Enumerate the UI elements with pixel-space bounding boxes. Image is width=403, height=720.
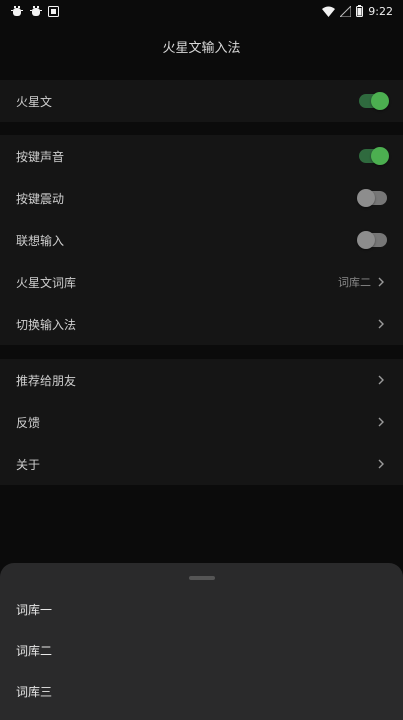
- chevron-right-icon: [378, 375, 384, 385]
- setting-value-group: [375, 318, 387, 330]
- setting-label: 火星文词库: [16, 275, 77, 290]
- setting-label: 反馈: [16, 415, 41, 430]
- battery-icon: [356, 5, 364, 17]
- chevron-right-icon: [378, 277, 384, 287]
- status-left-icons: [10, 5, 59, 17]
- setting-row-predictive-input[interactable]: 联想输入: [0, 219, 403, 261]
- setting-label: 推荐给朋友: [16, 373, 77, 388]
- predictive-input-toggle[interactable]: [357, 231, 387, 249]
- status-time: 9:22: [368, 4, 393, 18]
- dictionary-value: 词库二: [338, 276, 371, 289]
- sheet-drag-handle[interactable]: [189, 576, 215, 580]
- setting-label: 关于: [16, 457, 41, 472]
- setting-row-switch-ime[interactable]: 切换输入法: [0, 303, 403, 345]
- setting-label: 火星文: [16, 94, 53, 109]
- setting-row-dictionary[interactable]: 火星文词库 词库二: [0, 261, 403, 303]
- setting-label: 联想输入: [16, 233, 65, 248]
- sheet-option-dict-1[interactable]: 词库一: [16, 601, 52, 618]
- toggle-knob: [357, 189, 375, 207]
- status-bar: 9:22: [0, 0, 403, 22]
- key-sound-toggle[interactable]: [359, 147, 389, 165]
- setting-label: 按键震动: [16, 191, 65, 206]
- chevron-right-icon: [378, 417, 384, 427]
- setting-value-group: 词库二: [338, 274, 387, 290]
- screenshot-icon: [48, 5, 59, 17]
- status-right-icons: 9:22: [322, 5, 393, 18]
- setting-row-about[interactable]: 关于: [0, 443, 403, 485]
- settings-section-about: 推荐给朋友 反馈 关于: [0, 359, 403, 485]
- setting-row-feedback[interactable]: 反馈: [0, 401, 403, 443]
- page-title: 火星文输入法: [162, 40, 241, 56]
- settings-section-main: 火星文: [0, 80, 403, 122]
- setting-row-key-vibrate[interactable]: 按键震动: [0, 177, 403, 219]
- setting-row-key-sound[interactable]: 按键声音: [0, 135, 403, 177]
- wifi-icon: [322, 6, 336, 17]
- setting-label: 切换输入法: [16, 317, 77, 332]
- setting-row-huoxingwen[interactable]: 火星文: [0, 80, 403, 122]
- bug-icon: [10, 5, 24, 17]
- signal-icon: [340, 5, 352, 17]
- sheet-option-dict-3[interactable]: 词库三: [16, 683, 52, 700]
- setting-row-recommend[interactable]: 推荐给朋友: [0, 359, 403, 401]
- settings-section-input: 按键声音 按键震动 联想输入 火星文词库 词库二 切换输入法: [0, 135, 403, 345]
- huoxingwen-toggle[interactable]: [359, 92, 389, 110]
- sheet-option-dict-2[interactable]: 词库二: [16, 642, 52, 659]
- toggle-knob: [357, 231, 375, 249]
- toggle-knob: [371, 92, 389, 110]
- dictionary-bottom-sheet: 词库一 词库二 词库三: [0, 563, 403, 720]
- setting-label: 按键声音: [16, 149, 65, 164]
- chevron-right-icon: [378, 459, 384, 469]
- chevron-right-icon: [378, 319, 384, 329]
- toggle-knob: [371, 147, 389, 165]
- app-bar: 火星文输入法: [0, 22, 403, 70]
- bug-icon: [29, 5, 43, 17]
- key-vibrate-toggle[interactable]: [357, 189, 387, 207]
